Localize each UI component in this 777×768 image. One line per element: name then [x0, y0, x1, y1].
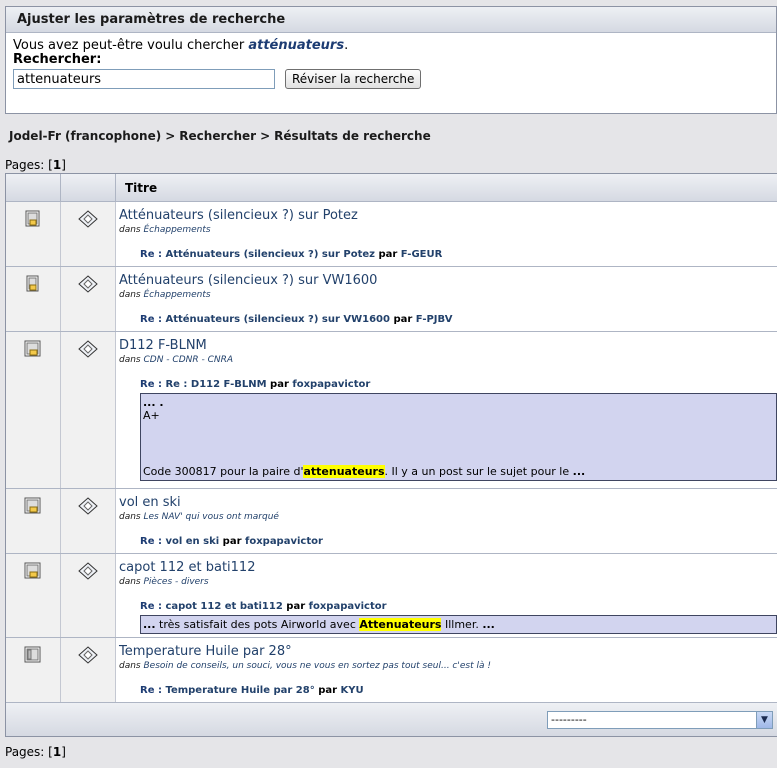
- breadcrumb-forum[interactable]: Jodel-Fr (francophone): [9, 129, 161, 143]
- did-you-mean: Vous avez peut-être voulu chercher attén…: [13, 38, 349, 53]
- current-page: 1: [52, 745, 62, 759]
- author-link[interactable]: foxpapavictor: [309, 601, 387, 612]
- reply-link[interactable]: Atténuateurs (silencieux ?) sur Potez: [165, 249, 375, 260]
- board-link[interactable]: Les NAV' qui vous ont marqué: [144, 512, 279, 522]
- xx-diamond-icon: [78, 497, 98, 515]
- pagination-bottom: Pages: [1]: [5, 745, 66, 759]
- result-row: D112 F-BLNM dans CDN - CDNR - CNRA Re : …: [6, 332, 777, 489]
- breadcrumb-search[interactable]: Rechercher: [179, 129, 256, 143]
- author-link[interactable]: foxpapavictor: [245, 536, 323, 547]
- author-link[interactable]: foxpapavictor: [292, 379, 370, 390]
- author-link[interactable]: KYU: [341, 685, 364, 696]
- revise-search-button[interactable]: Réviser la recherche: [285, 69, 422, 89]
- search-input[interactable]: [13, 69, 275, 89]
- xx-diamond-icon: [78, 340, 98, 358]
- result-snippet: ... très satisfait des pots Airworld ave…: [140, 615, 777, 634]
- breadcrumb-results[interactable]: Résultats de recherche: [274, 129, 431, 143]
- document-pages-icon: [25, 210, 40, 227]
- jump-to-select[interactable]: --------- ▼: [547, 710, 773, 729]
- suggestion-link[interactable]: atténuateurs: [248, 38, 344, 53]
- topic-title-link[interactable]: Temperature Huile par 28°: [119, 644, 292, 659]
- result-row: vol en ski dans Les NAV' qui vous ont ma…: [6, 489, 777, 554]
- topic-title-link[interactable]: vol en ski: [119, 495, 181, 510]
- topic-title-link[interactable]: Atténuateurs (silencieux ?) sur VW1600: [119, 273, 377, 288]
- topic-title-link[interactable]: capot 112 et bati112: [119, 560, 255, 575]
- breadcrumb: Jodel-Fr (francophone) > Rechercher > Résult…: [9, 129, 431, 143]
- document-pages-icon: [24, 646, 41, 663]
- pagination-top: Pages: [1]: [5, 158, 66, 172]
- board-link[interactable]: Besoin de conseils, un souci, vous ne vo…: [144, 661, 491, 671]
- xx-diamond-icon: [78, 210, 98, 228]
- author-link[interactable]: F-GEUR: [401, 249, 443, 260]
- current-page: 1: [52, 158, 62, 172]
- xx-diamond-icon: [78, 646, 98, 664]
- document-pages-icon: [26, 275, 39, 292]
- search-highlight: Attenuateurs: [359, 618, 442, 631]
- search-highlight: attenuateurs: [303, 465, 385, 478]
- adjust-search-panel: Ajuster les paramètres de recherche Vous…: [5, 6, 777, 114]
- document-pages-icon: [24, 497, 41, 514]
- reply-link[interactable]: Re : D112 F-BLNM: [165, 379, 266, 390]
- board-link[interactable]: Échappements: [144, 225, 211, 235]
- board-link[interactable]: Pièces - divers: [144, 577, 209, 587]
- chevron-down-icon[interactable]: ▼: [756, 711, 772, 728]
- result-row: Atténuateurs (silencieux ?) sur Potez da…: [6, 202, 777, 267]
- document-pages-icon: [24, 562, 41, 579]
- result-row: Temperature Huile par 28° dans Besoin de…: [6, 638, 777, 703]
- reply-link[interactable]: Atténuateurs (silencieux ?) sur VW1600: [165, 314, 390, 325]
- result-row: capot 112 et bati112 dans Pièces - diver…: [6, 554, 777, 638]
- results-table: Titre Atténuateurs (silencieux ?) sur Po…: [5, 173, 777, 737]
- result-row: Atténuateurs (silencieux ?) sur VW1600 d…: [6, 267, 777, 332]
- board-link[interactable]: Échappements: [144, 290, 211, 300]
- result-snippet: ... . A+ Code 300817 pour la paire d'att…: [140, 393, 777, 481]
- xx-diamond-icon: [78, 562, 98, 580]
- xx-diamond-icon: [78, 275, 98, 293]
- topic-title-link[interactable]: D112 F-BLNM: [119, 338, 207, 353]
- reply-link[interactable]: capot 112 et bati112: [165, 601, 282, 612]
- results-footer: --------- ▼: [6, 703, 777, 736]
- column-title: Titre: [125, 181, 158, 195]
- results-header: Titre: [6, 174, 777, 202]
- author-link[interactable]: F-PJBV: [416, 314, 453, 325]
- board-link[interactable]: CDN - CDNR - CNRA: [144, 355, 234, 365]
- reply-link[interactable]: Temperature Huile par 28°: [165, 685, 314, 696]
- search-label: Rechercher:: [13, 52, 102, 67]
- topic-title-link[interactable]: Atténuateurs (silencieux ?) sur Potez: [119, 208, 358, 223]
- reply-link[interactable]: vol en ski: [165, 536, 219, 547]
- document-pages-icon: [24, 340, 41, 357]
- adjust-search-heading: Ajuster les paramètres de recherche: [6, 7, 776, 33]
